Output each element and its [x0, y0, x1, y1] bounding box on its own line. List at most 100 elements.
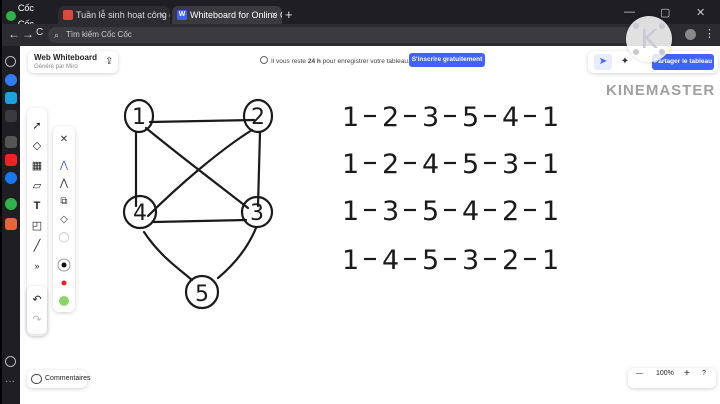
notification-icon[interactable] — [5, 356, 16, 367]
add-icon[interactable] — [5, 136, 17, 148]
edge-1-2 — [148, 118, 256, 124]
close-icon[interactable]: ✕ — [56, 132, 72, 148]
close-tab-icon[interactable]: ✕ — [158, 6, 166, 24]
cycle-4-node: 1 — [342, 245, 359, 276]
cycle-2-node: 2 — [382, 149, 399, 180]
game-icon[interactable] — [5, 110, 17, 122]
more-icon[interactable]: ··· — [5, 376, 17, 388]
edge-4-5 — [142, 230, 194, 282]
comments-button[interactable]: Commentaires — [27, 370, 91, 388]
menu-icon[interactable]: ⋮ — [704, 27, 715, 40]
whiteboard-canvas[interactable]: 1 2 3 4 5 123541124531135421145321 Web W… — [20, 46, 720, 404]
tab-label: Tuần lễ sinh hoạt công dân ví — [76, 10, 170, 20]
cycle-3-node: 4 — [462, 196, 479, 227]
shopping-icon[interactable] — [5, 218, 17, 230]
redo-icon[interactable]: ↷ — [29, 312, 45, 328]
pen-icon[interactable]: ╱ — [29, 238, 45, 254]
color-green-icon[interactable] — [56, 294, 72, 310]
edge-4-3 — [152, 218, 248, 224]
cycle-4-node: 3 — [462, 245, 479, 276]
shape-pen-icon[interactable]: ⧉ — [56, 194, 72, 210]
cycle-3-node: 5 — [422, 196, 439, 227]
sticky-note-icon[interactable]: ▱ — [29, 178, 45, 194]
tab-label: Whiteboard for Online Collab — [190, 10, 282, 20]
save-notice: Il vous reste 24 h pour enregistrer votr… — [260, 56, 410, 65]
reload-button[interactable]: C — [36, 27, 43, 38]
history-icon[interactable] — [5, 56, 16, 67]
cycle-1-node: 1 — [342, 102, 359, 133]
cycle-2-node: 3 — [502, 149, 519, 180]
cycle-2-node: 5 — [462, 149, 479, 180]
coccoc-icon[interactable] — [5, 198, 17, 210]
zoom-in-button[interactable]: + — [684, 368, 690, 379]
lasso-icon[interactable]: ◯ — [56, 230, 72, 246]
handwritten-drawing: 1 2 3 4 5 1 2 3 5 4 11 2 4 5 3 11 3 5 4 2 11 4 5 3 2 1 — [122, 98, 559, 310]
text-icon[interactable]: T — [29, 198, 45, 214]
forward-button[interactable]: → — [22, 27, 34, 41]
cycle-3-node: 2 — [502, 196, 519, 227]
chat-app-icon[interactable] — [5, 92, 17, 104]
clock-icon — [260, 56, 268, 64]
shapes-icon[interactable]: ◰ — [29, 218, 45, 234]
watermark-text: KINEMASTER — [606, 82, 716, 99]
help-icon[interactable]: ? — [702, 370, 706, 377]
node-label-3: 3 — [250, 201, 264, 226]
red-flag-icon — [63, 10, 73, 20]
zoom-level: 100% — [656, 370, 674, 377]
export-icon[interactable]: ⇪ — [105, 56, 113, 67]
signup-button[interactable]: S'inscrire gratuitement — [409, 53, 485, 67]
cycle-4-node: 1 — [542, 245, 559, 276]
node-label-5: 5 — [195, 282, 209, 307]
highlighter-icon[interactable]: ⋀ — [56, 176, 72, 192]
color-red-icon[interactable] — [56, 276, 72, 292]
close-tab-icon[interactable]: ✕ — [270, 6, 278, 24]
search-icon: ⌕ — [54, 30, 60, 40]
cycle-1-node: 2 — [382, 102, 399, 133]
undo-panel: ↶ ↷ — [27, 286, 47, 334]
comment-icon — [31, 374, 42, 384]
youtube-icon[interactable] — [5, 154, 17, 166]
whiteboard-w-icon: W — [177, 10, 187, 20]
app-subtitle: Généré par Miro — [34, 64, 78, 70]
omnibox[interactable]: ⌕ Tìm kiếm Cốc Cốc — [48, 27, 648, 43]
pen-type-icon[interactable]: ⋀ — [56, 158, 72, 174]
undo-icon[interactable]: ↶ — [29, 292, 45, 308]
avatar[interactable] — [685, 29, 696, 40]
edge-3-5 — [216, 226, 258, 280]
cycle-1-node: 1 — [542, 102, 559, 133]
cycle-3-node: 1 — [342, 196, 359, 227]
eraser-tool-icon[interactable]: ◇ — [56, 212, 72, 228]
app-title: Web Whiteboard — [34, 53, 97, 62]
node-label-1: 1 — [132, 105, 146, 130]
new-tab-button[interactable]: + — [285, 7, 293, 22]
cycle-4-node: 2 — [502, 245, 519, 276]
eraser-icon[interactable]: ◇ — [29, 138, 45, 154]
back-button[interactable]: ← — [8, 27, 20, 41]
color-black-icon[interactable] — [56, 258, 72, 274]
cursor-icon[interactable]: ➤ — [594, 54, 612, 70]
cycle-1-node: 5 — [462, 102, 479, 133]
cycle-2-node: 4 — [422, 149, 439, 180]
kinemaster-logo-icon: K — [626, 16, 672, 62]
coccoc-logo-icon — [6, 11, 16, 21]
select-icon[interactable]: ➚ — [29, 118, 45, 134]
table-icon[interactable]: ▦ — [29, 158, 45, 174]
cycle-4-node: 5 — [422, 245, 439, 276]
cycle-2-node: 1 — [342, 149, 359, 180]
close-window-button[interactable]: ✕ — [696, 6, 705, 19]
browser-tab-strip: Cốc Cốc Tuần lễ sinh hoạt công dân ví ✕ … — [2, 0, 720, 29]
more-tools-icon[interactable]: » — [29, 258, 45, 274]
cycle-3-node: 3 — [382, 196, 399, 227]
pen-options-panel: ✕ ⋀ ⋀ ⧉ ◇ ◯ — [53, 126, 75, 312]
edge-2-3 — [256, 130, 262, 208]
address-bar: ← → C ⌕ Tìm kiếm Cốc Cốc ⋮ — [2, 24, 720, 46]
browser-sidebar: ··· — [2, 46, 20, 404]
tab-whiteboard[interactable]: W Whiteboard for Online Collab ✕ — [172, 6, 282, 24]
cycle-1-node: 4 — [502, 102, 519, 133]
tab-tuan-le[interactable]: Tuần lễ sinh hoạt công dân ví ✕ — [58, 6, 170, 24]
messenger-icon[interactable] — [5, 74, 17, 86]
zoom-out-button[interactable]: — — [636, 370, 643, 377]
facebook-icon[interactable] — [5, 172, 17, 184]
browser-brand[interactable]: Cốc Cốc — [6, 3, 52, 29]
node-label-4: 4 — [133, 201, 147, 226]
